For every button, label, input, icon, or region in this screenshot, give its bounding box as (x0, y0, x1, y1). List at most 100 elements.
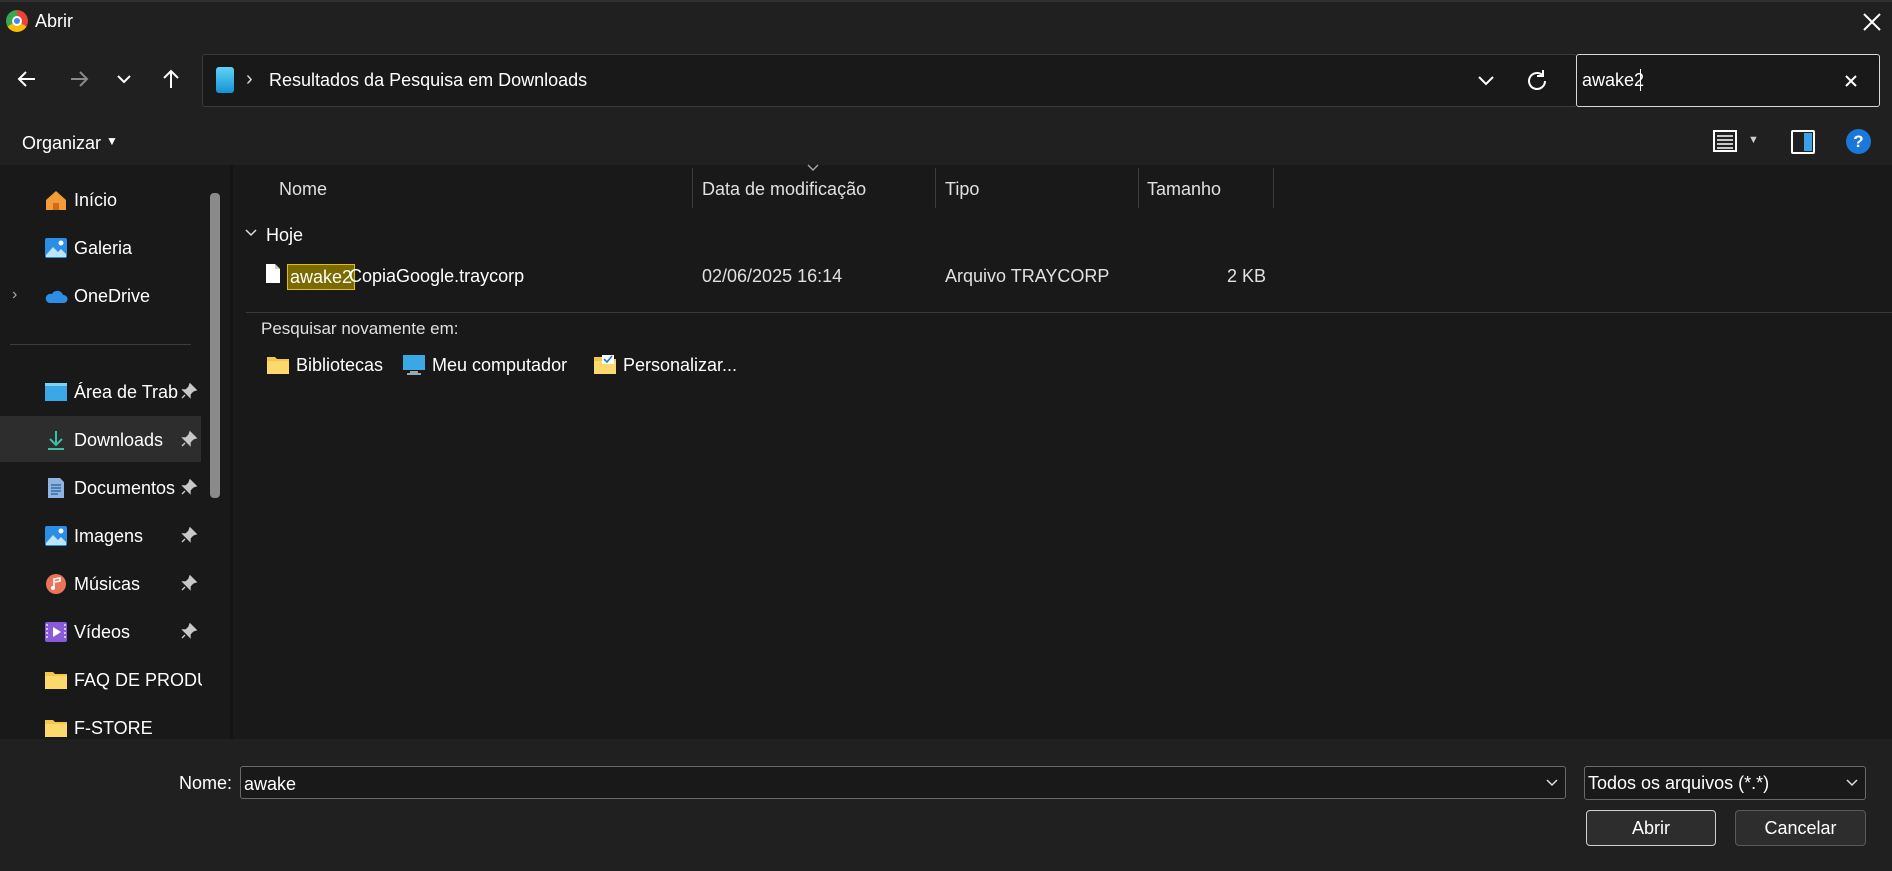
open-button[interactable]: Abrir (1586, 810, 1716, 846)
file-name-input[interactable] (240, 766, 1566, 799)
pin-icon[interactable] (180, 622, 198, 640)
organize-menu[interactable]: Organizar (22, 133, 101, 154)
breadcrumb-separator[interactable]: › (246, 68, 253, 91)
pane-divider[interactable] (230, 165, 233, 739)
column-type[interactable]: Tipo (945, 179, 979, 200)
file-date: 02/06/2025 16:14 (702, 266, 843, 286)
column-date[interactable]: Data de modificação (702, 179, 866, 200)
title-bar (0, 0, 1892, 44)
column-separator[interactable] (935, 168, 936, 208)
chevron-down-icon[interactable] (1842, 772, 1862, 792)
video-icon (45, 622, 67, 642)
home-icon (46, 191, 66, 210)
search-value: awake2 (1582, 70, 1645, 90)
sidebar-item-label: F-STORE (74, 718, 153, 738)
pin-icon[interactable] (180, 526, 198, 544)
sidebar-item-inicio[interactable]: Início (0, 178, 205, 222)
chrome-icon (6, 10, 28, 32)
download-icon (48, 431, 64, 450)
sidebar-item-label: Área de Traba (74, 382, 178, 402)
close-icon[interactable] (1858, 8, 1886, 36)
recent-locations-button[interactable] (107, 62, 141, 96)
file-type-value: Todos os arquivos (*.*) (1588, 773, 1770, 793)
file-size: 2 KB (1227, 266, 1267, 286)
folder-icon (45, 672, 67, 689)
sidebar-item-label: Músicas (74, 574, 141, 594)
image-icon (45, 526, 67, 546)
arrow-right-icon (71, 71, 89, 87)
pin-icon[interactable] (180, 574, 198, 592)
search-again-label: Pesquisar novamente em: (261, 319, 459, 338)
command-toolbar (0, 117, 1892, 165)
sidebar-item-label: Documentos (74, 478, 176, 498)
file-icon (266, 264, 280, 283)
desktop-icon (45, 383, 67, 401)
clear-icon[interactable] (1838, 68, 1864, 94)
folder-icon (45, 720, 67, 737)
gallery-icon (45, 238, 67, 258)
pin-icon[interactable] (180, 430, 198, 448)
preview-pane-icon[interactable] (1791, 130, 1815, 154)
sidebar-item-label: Vídeos (74, 622, 131, 642)
computer-icon (403, 355, 425, 375)
cancel-button[interactable]: Cancelar (1735, 810, 1866, 846)
chevron-down-icon[interactable] (244, 226, 258, 240)
caret-down-icon[interactable]: ▼ (1748, 134, 1759, 146)
chevron-down-icon (117, 75, 131, 84)
sidebar-item-imagens[interactable]: Imagens (0, 514, 205, 558)
column-separator[interactable] (1138, 168, 1139, 208)
sidebar-item-label: Imagens (74, 526, 144, 546)
document-icon (48, 478, 64, 498)
sidebar-divider (10, 344, 191, 345)
file-type: Arquivo TRAYCORP (945, 266, 1110, 286)
sidebar-item-galeria[interactable]: Galeria (0, 226, 205, 270)
window-title: Abrir (35, 11, 74, 31)
chevron-down-icon[interactable] (1472, 66, 1500, 94)
search-again-item-label: Bibliotecas (296, 355, 384, 375)
caret-down-icon[interactable]: ▼ (106, 134, 118, 148)
search-results-icon (216, 67, 234, 93)
back-button[interactable] (10, 62, 44, 96)
arrow-up-icon (163, 69, 179, 88)
sidebar-item-documentos[interactable]: Documentos (0, 466, 205, 510)
breadcrumb-location[interactable]: Resultados da Pesquisa em Downloads (269, 70, 587, 91)
text-caret (1640, 69, 1641, 91)
sidebar-item-videos[interactable]: Vídeos (0, 610, 205, 654)
search-again-item-label: Meu computador (432, 355, 568, 375)
group-header[interactable]: Hoje (266, 225, 303, 246)
column-name[interactable]: Nome (279, 179, 327, 200)
file-name: CopiaGoogle.traycorp (349, 266, 525, 286)
sidebar-item-label: Galeria (74, 238, 133, 258)
custom-folder-icon (594, 355, 616, 374)
search-match-highlight: awake2 (287, 264, 356, 290)
refresh-icon[interactable] (1522, 66, 1552, 96)
up-button[interactable] (154, 62, 188, 96)
arrow-left-icon (17, 71, 35, 87)
column-separator[interactable] (692, 168, 693, 208)
details-view-icon[interactable] (1712, 128, 1738, 154)
file-name-value: awake (244, 774, 297, 794)
sidebar-item-faq-de-produto[interactable]: FAQ DE PRODU (0, 658, 205, 702)
column-header-row (233, 165, 1892, 215)
bottom-panel (0, 739, 1892, 871)
column-separator[interactable] (1273, 168, 1274, 208)
chevron-down-icon[interactable] (1542, 772, 1562, 792)
sidebar-scrollbar[interactable] (210, 193, 220, 498)
sidebar-item-label: OneDrive (74, 286, 151, 306)
pin-icon[interactable] (180, 382, 198, 400)
sort-indicator-icon (807, 164, 819, 171)
cloud-icon (45, 290, 68, 303)
sidebar-item-musicas[interactable]: Músicas (0, 562, 205, 606)
content-divider (246, 312, 1892, 313)
sidebar-item-area-de-trabalho[interactable]: Área de Traba (0, 370, 205, 414)
file-name-label: Nome: (179, 773, 233, 793)
pin-icon[interactable] (180, 478, 198, 496)
sidebar-item-downloads[interactable]: Downloads (0, 418, 205, 462)
sidebar-item-onedrive[interactable]: OneDrive (0, 274, 205, 318)
sidebar-item-label: Downloads (74, 430, 164, 450)
help-icon[interactable]: ? (1846, 129, 1871, 154)
search-again-item-label: Personalizar... (623, 355, 738, 375)
forward-button[interactable] (62, 62, 96, 96)
column-size[interactable]: Tamanho (1147, 179, 1221, 200)
folder-icon (267, 357, 289, 374)
